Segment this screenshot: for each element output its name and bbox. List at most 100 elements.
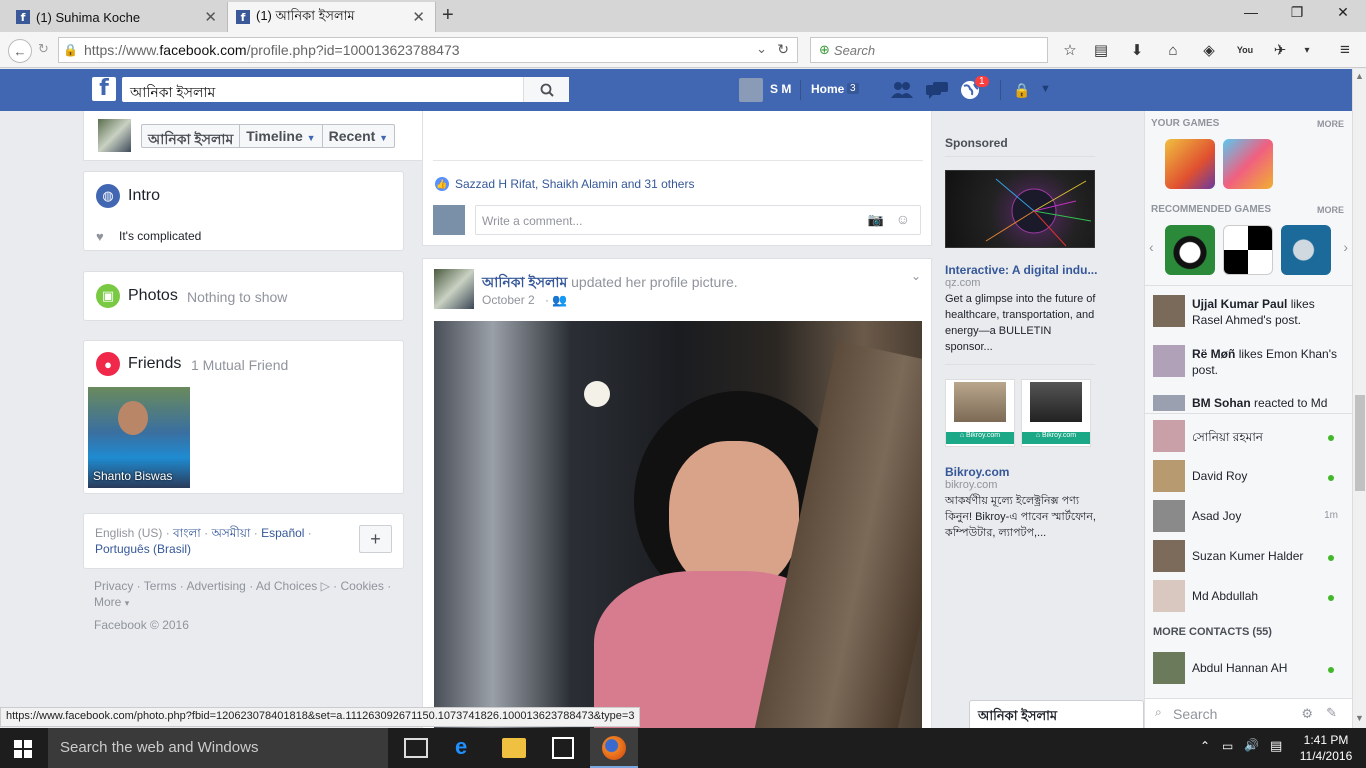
reload-icon[interactable]: ↻ — [777, 41, 789, 58]
game-icon[interactable] — [1223, 139, 1273, 189]
footer-link[interactable]: Terms — [144, 579, 177, 593]
profile-thumbnail[interactable] — [98, 119, 131, 152]
chat-search-bar[interactable]: ⌕ Search ⚙ ✎ — [1145, 698, 1353, 728]
chevron-left-icon[interactable]: ‹ — [1149, 239, 1154, 255]
window-close-icon[interactable]: ✕ — [1328, 4, 1358, 21]
gear-icon[interactable]: ⚙ — [1301, 706, 1313, 722]
comment-input[interactable]: Write a comment... 📷 ☺ — [475, 205, 921, 235]
audience-friends-icon[interactable]: · 👥 — [545, 293, 567, 307]
recent-dropdown[interactable]: Recent ▼ — [323, 125, 395, 147]
friends-title[interactable]: Friends — [128, 355, 181, 373]
edge-icon[interactable]: e — [455, 734, 467, 760]
contact-name[interactable]: Abdul Hannan AH — [1192, 661, 1287, 675]
network-icon[interactable]: ▭ — [1222, 739, 1233, 753]
friend-requests-icon[interactable] — [890, 81, 914, 99]
friend-photo[interactable]: Shanto Biswas — [88, 387, 190, 488]
language-link[interactable]: অসমীয়া — [211, 526, 250, 540]
camera-icon[interactable]: 📷 — [868, 212, 884, 228]
emoji-icon[interactable]: ☺ — [896, 211, 910, 227]
facebook-search-input[interactable]: আনিকা ইসলাম — [122, 77, 569, 102]
contact-name[interactable]: David Roy — [1192, 469, 1247, 483]
action-center-icon[interactable]: ▤ — [1270, 738, 1282, 754]
game-icon[interactable] — [1165, 139, 1215, 189]
windows-search-box[interactable]: Search the web and Windows — [48, 728, 388, 768]
chat-tab[interactable]: আনিকা ইসলাম — [969, 700, 1144, 728]
url-bar[interactable]: 🔒 https://www. facebook.com/profile.php?i… — [58, 37, 798, 63]
game-icon[interactable] — [1281, 225, 1331, 275]
post-date[interactable]: October 2 — [482, 293, 535, 307]
contact-avatar[interactable] — [1153, 652, 1185, 684]
ad2-image-left[interactable]: ⌂ Bikroy.com — [945, 379, 1015, 447]
youtube-icon[interactable]: You — [1235, 40, 1255, 60]
search-icon[interactable] — [523, 77, 569, 102]
contact-name[interactable]: সোনিয়া রহমান — [1192, 429, 1263, 449]
language-link[interactable]: Español — [261, 526, 304, 540]
user-avatar[interactable] — [739, 78, 763, 102]
scroll-down-icon[interactable]: ▼ — [1355, 713, 1364, 723]
author-avatar[interactable] — [434, 269, 474, 309]
contact-avatar[interactable] — [1153, 420, 1185, 452]
minimize-icon[interactable]: — — [1236, 4, 1266, 20]
ticker-avatar[interactable] — [1153, 395, 1185, 411]
game-icon[interactable] — [1223, 225, 1273, 275]
contact-avatar[interactable] — [1153, 500, 1185, 532]
home-icon[interactable]: ⌂ — [1163, 40, 1183, 60]
photos-title[interactable]: Photos — [128, 287, 178, 305]
footer-link[interactable]: Cookies — [341, 579, 384, 593]
download-icon[interactable]: ⬇ — [1127, 40, 1147, 60]
your-games-more-link[interactable]: MORE — [1317, 119, 1344, 129]
hamburger-menu-icon[interactable]: ≡ — [1335, 40, 1355, 60]
likes-summary[interactable]: Sazzad H Rifat, Shaikh Alamin and 31 oth… — [455, 177, 694, 191]
chevron-right-icon[interactable]: › — [1343, 239, 1348, 255]
language-link[interactable]: Português (Brasil) — [95, 542, 191, 556]
ad1-image[interactable] — [945, 170, 1095, 248]
browser-tab-2[interactable]: f (1) আনিকা ইসলাম ✕ — [228, 2, 436, 32]
post-options-chevron-icon[interactable]: ⌄ — [911, 269, 921, 283]
ticker-item[interactable]: Rë Møñ likes Emon Khan's post. — [1192, 346, 1347, 378]
recommended-more-link[interactable]: MORE — [1317, 205, 1344, 215]
tray-chevron-icon[interactable]: ⌃ — [1200, 739, 1210, 753]
add-language-button[interactable]: + — [359, 525, 392, 553]
reading-list-icon[interactable]: ▤ — [1091, 40, 1111, 60]
ticker-item[interactable]: Ujjal Kumar Paul likes Rasel Ahmed's pos… — [1192, 296, 1342, 328]
contact-avatar[interactable] — [1153, 540, 1185, 572]
footer-link[interactable]: Privacy — [94, 579, 133, 593]
close-tab-icon[interactable]: ✕ — [204, 8, 217, 26]
browser-search-box[interactable]: ⊕ Search — [810, 37, 1048, 63]
account-menu-icon[interactable]: ▼ — [1040, 83, 1051, 95]
contact-name[interactable]: Suzan Kumer Halder — [1192, 549, 1303, 563]
windows-start-icon[interactable] — [14, 740, 32, 758]
store-icon[interactable] — [552, 737, 574, 759]
post-author[interactable]: আনিকা ইসলাম — [482, 274, 567, 290]
page-scrollbar[interactable]: ▲ ▼ — [1352, 69, 1366, 728]
contact-name[interactable]: Md Abdullah — [1192, 589, 1258, 603]
timeline-dropdown[interactable]: Timeline ▼ — [240, 125, 323, 147]
volume-icon[interactable]: 🔊 — [1244, 738, 1259, 752]
compose-icon[interactable]: ✎ — [1326, 705, 1337, 721]
file-explorer-icon[interactable] — [502, 738, 526, 758]
new-tab-icon[interactable]: + — [442, 4, 454, 27]
footer-link[interactable]: Ad Choices — [256, 579, 317, 593]
language-link[interactable]: বাংলা — [173, 526, 201, 540]
profile-picture-photo[interactable] — [434, 321, 922, 728]
scrollbar-thumb[interactable] — [1355, 395, 1365, 491]
profile-name-button[interactable]: আনিকা ইসলাম — [142, 125, 241, 147]
ad2-image-right[interactable]: ⌂ Bikroy.com — [1021, 379, 1091, 447]
ticker-avatar[interactable] — [1153, 345, 1185, 377]
ticker-avatar[interactable] — [1153, 295, 1185, 327]
maximize-icon[interactable]: ❐ — [1282, 4, 1312, 21]
close-tab-icon[interactable]: ✕ — [412, 8, 425, 26]
bookmark-star-icon[interactable]: ☆ — [1060, 40, 1080, 60]
messages-icon[interactable] — [925, 81, 949, 99]
clock[interactable]: 1:41 PM 11/4/2016 — [1296, 732, 1356, 764]
firefox-taskbar-button[interactable] — [590, 728, 638, 768]
privacy-shortcuts-icon[interactable]: 🔒 — [1013, 82, 1030, 99]
menu-arrow-icon[interactable]: ▾ — [1297, 40, 1317, 60]
friend-name[interactable]: Shanto Biswas — [93, 469, 172, 483]
game-icon[interactable] — [1165, 225, 1215, 275]
back-icon[interactable]: ← — [8, 39, 32, 63]
contact-avatar[interactable] — [1153, 460, 1185, 492]
browser-tab-1[interactable]: f (1) Suhima Koche ✕ — [8, 2, 228, 32]
contact-name[interactable]: Asad Joy — [1192, 509, 1241, 523]
home-link[interactable]: Home — [811, 82, 844, 96]
